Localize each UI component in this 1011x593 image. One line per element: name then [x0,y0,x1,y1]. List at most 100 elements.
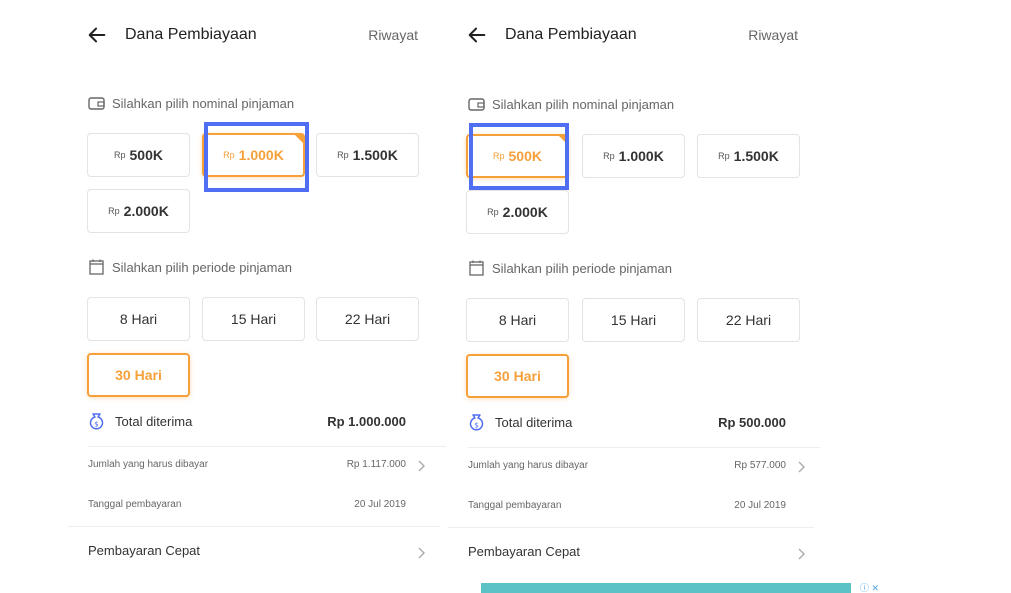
amount-value: 2.000K [502,204,548,220]
period-section-label: Silahkan pilih periode pinjaman [88,257,292,277]
period-section-text: Silahkan pilih periode pinjaman [112,259,292,275]
divider [68,526,440,527]
payment-date-label: Tanggal pembayaran [88,499,182,510]
amount-due-value: Rp 1.117.000 [346,459,406,470]
period-section-label: Silahkan pilih periode pinjaman [468,258,672,278]
period-value: 30 Hari [115,367,162,383]
loan-screen-right: Dana Pembiayaan Riwayat Silahkan pilih n… [448,0,820,593]
money-bag-icon: $ [469,413,484,430]
amount-value: 2.000K [123,203,169,219]
back-arrow-icon[interactable] [466,24,488,46]
calendar-icon [469,260,484,276]
period-value: 22 Hari [344,311,391,327]
period-value: 8 Hari [498,312,537,328]
header: Dana Pembiayaan Riwayat [448,20,820,52]
amount-option-1000k[interactable]: Rp 1.000K [582,134,685,178]
amount-option-2000k[interactable]: Rp 2.000K [466,190,569,234]
period-option-15[interactable]: 15 Hari [202,297,305,341]
quick-payment-label: Pembayaran Cepat [468,544,581,559]
ad-info-icon[interactable]: ⓘ [860,583,869,593]
amount-due-label: Jumlah yang harus dibayar [468,460,589,471]
currency-prefix: Rp [603,151,615,161]
wallet-icon [468,97,485,111]
period-section-text: Silahkan pilih periode pinjaman [492,260,672,276]
chevron-right-icon [418,547,425,559]
header: Dana Pembiayaan Riwayat [68,20,440,52]
amount-section-label: Silahkan pilih nominal pinjaman [468,94,674,114]
payment-date-value: 20 Jul 2019 [354,499,406,510]
chevron-right-icon [798,548,805,560]
period-option-22[interactable]: 22 Hari [697,298,800,342]
svg-text:$: $ [94,420,98,428]
amount-due-label: Jumlah yang harus dibayar [88,459,209,470]
period-option-30[interactable]: 30 Hari [87,353,190,397]
amount-option-1500k[interactable]: Rp 1.500K [316,133,419,177]
ad-close-icon[interactable]: ✕ [871,583,879,593]
amount-value: 1.000K [238,147,284,163]
ad-controls: ⓘ ✕ [851,583,881,593]
amount-due-value: Rp 577.000 [734,460,786,471]
amount-value: 1.000K [618,148,664,164]
period-option-15[interactable]: 15 Hari [582,298,685,342]
divider [88,446,446,447]
total-received-row: $ Total diterima Rp 500.000 [468,410,786,434]
chevron-right-icon [798,461,805,473]
amount-option-2000k[interactable]: Rp 2.000K [87,189,190,233]
divider [468,447,820,448]
payment-date-label: Tanggal pembayaran [468,500,562,511]
history-link[interactable]: Riwayat [368,27,418,43]
page-title: Dana Pembiayaan [505,26,637,43]
currency-prefix: Rp [337,150,349,160]
currency-prefix: Rp [223,150,235,160]
ad-banner[interactable]: ⓘ ✕ [481,583,881,593]
amount-value: 1.500K [733,148,779,164]
chevron-right-icon [418,460,425,472]
period-option-30[interactable]: 30 Hari [466,354,569,398]
back-arrow-icon[interactable] [86,24,108,46]
currency-prefix: Rp [114,150,126,160]
payment-date-row: Tanggal pembayaran 20 Jul 2019 [88,499,426,517]
amount-option-1000k[interactable]: Rp 1.000K [202,133,305,177]
payment-date-value: 20 Jul 2019 [734,500,786,511]
amount-due-row[interactable]: Jumlah yang harus dibayar Rp 577.000 [468,460,806,478]
amount-due-row[interactable]: Jumlah yang harus dibayar Rp 1.117.000 [88,459,426,477]
period-option-8[interactable]: 8 Hari [466,298,569,342]
amount-section-text: Silahkan pilih nominal pinjaman [492,96,675,112]
amount-section-label: Silahkan pilih nominal pinjaman [88,93,294,113]
svg-text:$: $ [474,421,478,429]
page-title: Dana Pembiayaan [125,26,257,43]
period-value: 15 Hari [610,312,657,328]
period-value: 22 Hari [725,312,772,328]
total-received-value: Rp 500.000 [718,414,786,430]
total-received-row: $ Total diterima Rp 1.000.000 [88,409,406,433]
money-bag-icon: $ [89,412,104,429]
history-link[interactable]: Riwayat [748,27,798,43]
currency-prefix: Rp [108,206,120,216]
period-option-8[interactable]: 8 Hari [87,297,190,341]
amount-option-1500k[interactable]: Rp 1.500K [697,134,800,178]
total-received-label: Total diterima [495,414,573,430]
wallet-icon [88,96,105,110]
loan-screen-left: Dana Pembiayaan Riwayat Silahkan pilih n… [68,0,446,593]
currency-prefix: Rp [487,207,499,217]
amount-value: 500K [129,147,163,163]
total-received-value: Rp 1.000.000 [327,413,406,429]
quick-payment-row[interactable]: Pembayaran Cepat [468,544,806,566]
currency-prefix: Rp [718,151,730,161]
period-option-22[interactable]: 22 Hari [316,297,419,341]
amount-value: 500K [508,148,542,164]
period-value: 8 Hari [119,311,158,327]
amount-option-500k[interactable]: Rp 500K [466,134,569,178]
payment-date-row: Tanggal pembayaran 20 Jul 2019 [468,500,806,518]
quick-payment-row[interactable]: Pembayaran Cepat [88,543,426,565]
period-value: 15 Hari [230,311,277,327]
currency-prefix: Rp [493,151,505,161]
period-value: 30 Hari [494,368,541,384]
calendar-icon [89,259,104,275]
amount-section-text: Silahkan pilih nominal pinjaman [112,95,295,111]
amount-value: 1.500K [352,147,398,163]
amount-option-500k[interactable]: Rp 500K [87,133,190,177]
divider [448,527,814,528]
total-received-label: Total diterima [115,413,193,429]
quick-payment-label: Pembayaran Cepat [88,543,201,558]
